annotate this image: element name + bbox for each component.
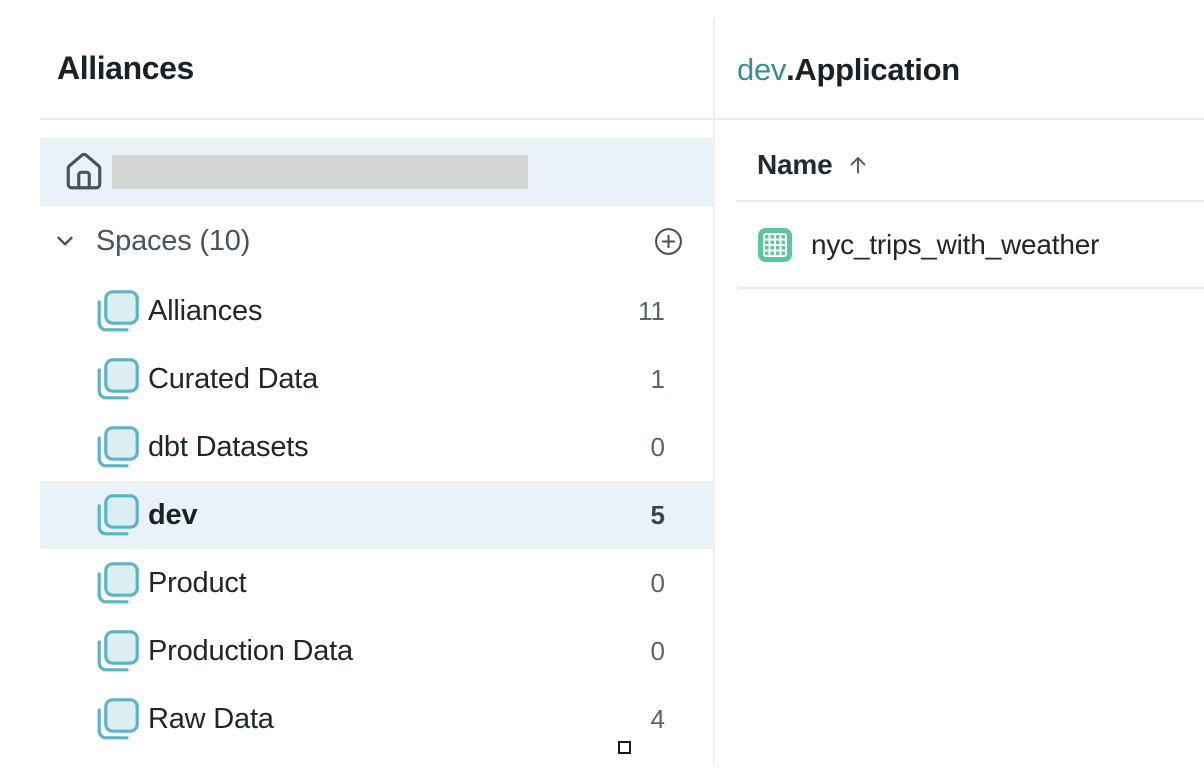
space-item-count: 11 [605, 296, 665, 327]
space-item-count: 0 [605, 636, 665, 667]
breadcrumb: dev.Application [737, 52, 960, 88]
space-item-label: Raw Data [148, 703, 274, 736]
data-table-icon [757, 227, 793, 263]
space-item-label: Curated Data [148, 363, 318, 396]
space-item-label: dev [148, 499, 197, 532]
home-row[interactable] [40, 138, 713, 206]
home-icon [63, 151, 105, 193]
cursor-artifact [618, 741, 631, 754]
space-item-label: Alliances [148, 295, 262, 328]
space-item-raw-data[interactable]: Raw Data 4 [40, 685, 713, 753]
spaces-list: Alliances 11 Curated Data 1 dbt Datasets… [40, 277, 713, 753]
stacked-squares-icon [96, 630, 139, 673]
space-item-count: 0 [605, 432, 665, 463]
space-item-count: 4 [605, 704, 665, 735]
arrow-up-icon [846, 153, 870, 177]
stacked-squares-icon [96, 698, 139, 741]
table-row-name: nyc_trips_with_weather [811, 229, 1099, 261]
space-item-label: Product [148, 567, 247, 600]
breadcrumb-space[interactable]: dev [737, 52, 786, 87]
app-window: Alliances Spaces (10) [0, 0, 1204, 770]
main-header-divider [715, 118, 1204, 120]
space-item-product[interactable]: Product 0 [40, 549, 713, 617]
redacted-text-bar [112, 155, 528, 189]
space-item-count: 5 [605, 500, 665, 531]
chevron-down-icon[interactable] [52, 228, 78, 254]
space-item-dbt-datasets[interactable]: dbt Datasets 0 [40, 413, 713, 481]
space-item-production-data[interactable]: Production Data 0 [40, 617, 713, 685]
space-item-label: Production Data [148, 635, 353, 668]
stacked-squares-icon [96, 290, 139, 333]
add-space-button[interactable] [653, 226, 684, 257]
plus-circle-icon [653, 226, 684, 257]
stacked-squares-icon [96, 562, 139, 605]
breadcrumb-entity: Application [794, 52, 959, 87]
panel-divider [713, 18, 715, 765]
table-row[interactable]: nyc_trips_with_weather [737, 202, 1204, 289]
space-item-count: 1 [605, 364, 665, 395]
space-item-alliances[interactable]: Alliances 11 [40, 277, 713, 345]
stacked-squares-icon [96, 426, 139, 469]
space-item-label: dbt Datasets [148, 431, 308, 464]
spaces-section-label: Spaces (10) [96, 225, 250, 258]
space-item-count: 0 [605, 568, 665, 599]
space-item-curated-data[interactable]: Curated Data 1 [40, 345, 713, 413]
sidebar-header-divider [40, 118, 713, 120]
column-header-name[interactable]: Name [737, 130, 1204, 200]
stacked-squares-icon [96, 358, 139, 401]
stacked-squares-icon [96, 494, 139, 537]
space-item-dev-selected[interactable]: dev 5 [40, 481, 713, 549]
spaces-section-header: Spaces (10) [40, 217, 713, 265]
sidebar-title: Alliances [57, 50, 194, 87]
column-header-label: Name [757, 149, 832, 181]
